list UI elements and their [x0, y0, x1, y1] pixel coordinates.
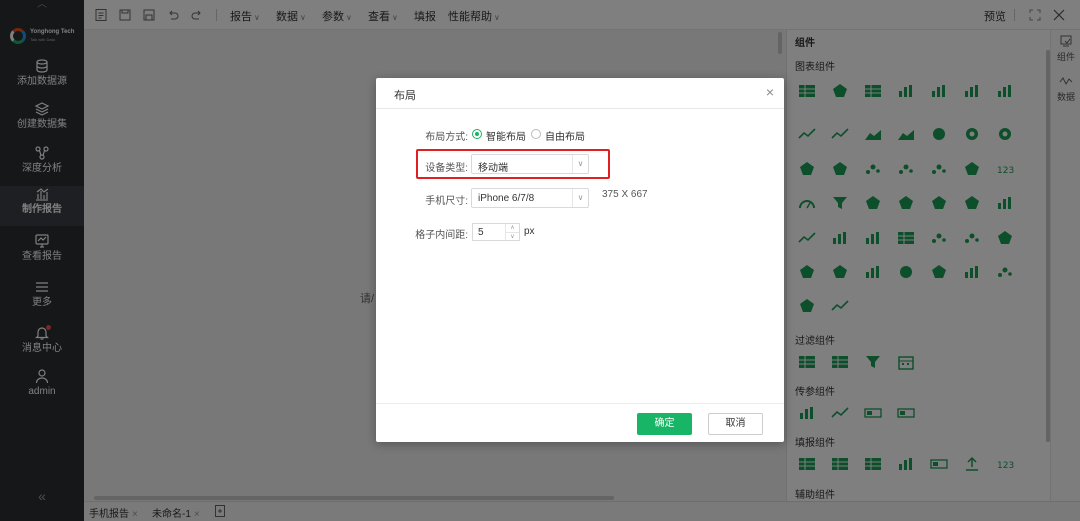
stepper-up-icon[interactable]: ∧: [506, 224, 519, 232]
radio-free-layout[interactable]: [531, 129, 541, 139]
cell-padding-label: 格子内间距:: [415, 230, 468, 241]
padding-unit: px: [524, 226, 535, 237]
divider: [376, 403, 784, 404]
annotation-highlight-box: [416, 149, 610, 179]
layout-dialog: 布局 × 布局方式: 智能布局 自由布局 设备类型: 移动端 ∨ 手机尺寸: i…: [376, 78, 784, 442]
stepper-buttons: ∧ ∨: [505, 224, 519, 240]
phone-size-select[interactable]: iPhone 6/7/8 ∨: [471, 188, 589, 208]
radio-smart-layout-label[interactable]: 智能布局: [486, 128, 526, 143]
divider: [376, 108, 784, 109]
close-icon[interactable]: ×: [766, 84, 774, 100]
cell-padding-value: 5: [478, 227, 484, 238]
chevron-down-icon: ∨: [572, 189, 588, 207]
layout-mode-label: 布局方式:: [425, 132, 468, 143]
radio-free-layout-label[interactable]: 自由布局: [545, 128, 585, 143]
phone-size-value: iPhone 6/7/8: [478, 193, 535, 204]
cancel-button[interactable]: 取消: [708, 413, 763, 435]
stepper-down-icon[interactable]: ∨: [506, 232, 519, 240]
phone-dimensions: 375 X 667: [602, 189, 648, 200]
cell-padding-stepper[interactable]: 5 ∧ ∨: [472, 223, 520, 241]
phone-size-label: 手机尺寸:: [425, 196, 468, 207]
radio-smart-layout[interactable]: [472, 129, 482, 139]
dialog-title: 布局: [394, 90, 416, 102]
confirm-button[interactable]: 确定: [637, 413, 692, 435]
